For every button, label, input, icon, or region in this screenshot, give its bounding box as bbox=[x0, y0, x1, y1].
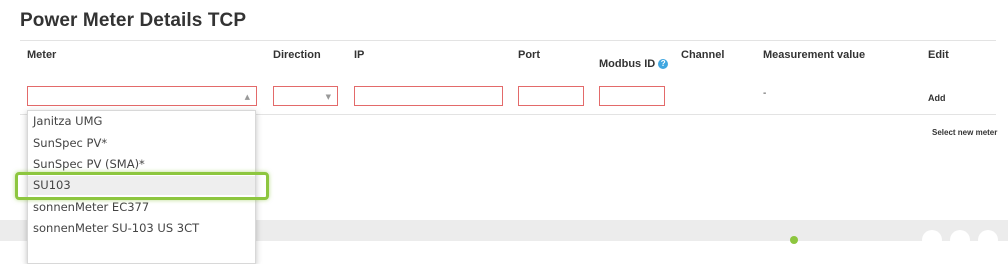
column-header-port: Port bbox=[518, 49, 540, 61]
meter-select[interactable]: ▲ bbox=[27, 86, 257, 106]
column-header-meter: Meter bbox=[27, 49, 57, 61]
column-header-channel: Channel bbox=[681, 49, 725, 61]
page-title: Power Meter Details TCP bbox=[20, 10, 247, 31]
caret-down-icon: ▼ bbox=[325, 93, 331, 101]
footer-button-3[interactable] bbox=[978, 230, 998, 250]
highlight-outline bbox=[15, 172, 269, 200]
header-divider bbox=[20, 40, 996, 41]
ip-input[interactable] bbox=[354, 86, 503, 106]
column-header-direction: Direction bbox=[273, 49, 321, 61]
dropdown-option[interactable]: SunSpec PV* bbox=[33, 136, 107, 150]
port-input[interactable] bbox=[518, 86, 584, 106]
footer-button-2[interactable] bbox=[950, 230, 970, 250]
caret-up-icon: ▲ bbox=[244, 93, 250, 101]
footer-button-1[interactable] bbox=[922, 230, 942, 250]
column-header-edit: Edit bbox=[928, 49, 949, 61]
column-header-ip: IP bbox=[354, 49, 365, 61]
status-dot bbox=[790, 236, 798, 244]
modbus-id-label: Modbus ID bbox=[599, 58, 656, 70]
column-header-modbus-id: Modbus ID? bbox=[599, 58, 669, 70]
dropdown-option[interactable]: SunSpec PV (SMA)* bbox=[33, 157, 145, 171]
dropdown-option[interactable]: sonnenMeter EC377 bbox=[33, 200, 149, 214]
dropdown-option[interactable]: Janitza UMG bbox=[33, 114, 102, 128]
measurement-value: - bbox=[763, 88, 767, 99]
dropdown-option[interactable]: sonnenMeter SU-103 US 3CT bbox=[33, 221, 199, 235]
add-button[interactable]: Add bbox=[928, 93, 946, 103]
select-new-meter-hint: Select new meter bbox=[932, 128, 998, 137]
direction-select[interactable]: ▼ bbox=[273, 86, 338, 106]
column-header-measurement-value: Measurement value bbox=[763, 49, 866, 61]
help-icon[interactable]: ? bbox=[658, 59, 669, 70]
modbus-id-input[interactable] bbox=[599, 86, 665, 106]
